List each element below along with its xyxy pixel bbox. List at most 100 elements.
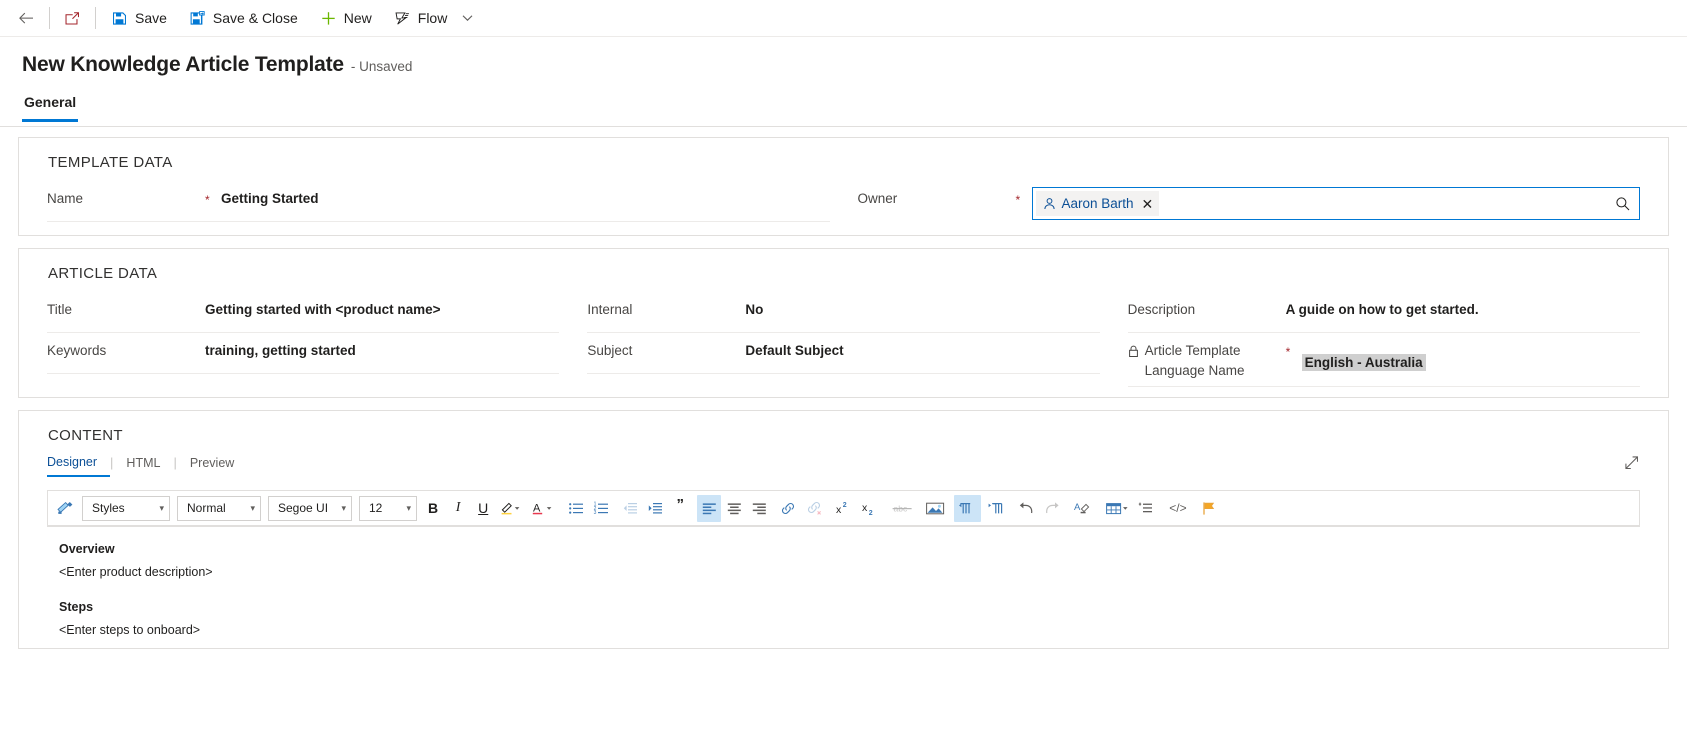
code-view-button[interactable]: </>	[1164, 495, 1191, 522]
align-left-button[interactable]	[697, 494, 722, 522]
section-article-data-title: ARTICLE DATA	[48, 265, 158, 282]
command-divider	[49, 7, 50, 29]
paragraph-format-value: Normal	[187, 501, 226, 515]
field-subject: Subject Default Subject	[587, 333, 1100, 374]
underline-button[interactable]: U	[471, 495, 495, 522]
undo-button[interactable]	[1014, 495, 1039, 522]
new-button[interactable]: New	[309, 0, 383, 37]
decrease-indent-button[interactable]	[618, 495, 642, 522]
form-body: TEMPLATE DATA Name * Getting Started Own…	[0, 127, 1687, 649]
svg-text:A: A	[533, 502, 541, 514]
font-family-value: Segoe UI	[278, 501, 329, 515]
font-color-button[interactable]: A	[528, 495, 559, 522]
field-language: Article Template Language Name * English…	[1127, 333, 1640, 387]
save-button[interactable]: Save	[100, 0, 178, 37]
editor-toolbar: Styles ▾ Normal ▾ Segoe UI ▾ 12 ▾ B I U	[47, 490, 1640, 526]
editor-content-area[interactable]: Overview <Enter product description> Ste…	[47, 526, 1640, 648]
back-button[interactable]	[8, 0, 45, 37]
strikethrough-button[interactable]: abc	[888, 495, 917, 522]
field-description-value[interactable]: A guide on how to get started.	[1286, 298, 1640, 320]
numbered-list-button[interactable]: 123	[589, 495, 613, 522]
paragraph-format-dropdown[interactable]: Normal ▾	[177, 495, 261, 521]
left-to-right-button[interactable]	[954, 494, 982, 522]
italic-button[interactable]: I	[446, 495, 470, 522]
editor-tab-designer[interactable]: Designer	[47, 455, 111, 477]
chevron-down-icon: ▾	[406, 502, 411, 513]
popout-icon	[64, 10, 81, 27]
person-icon	[1043, 197, 1056, 210]
save-and-close-button[interactable]: Save & Close	[178, 0, 309, 37]
record-header: New Knowledge Article Template - Unsaved	[0, 37, 1687, 77]
section-article-data: ARTICLE DATA Title Getting started with …	[18, 248, 1669, 398]
command-divider	[95, 7, 96, 29]
field-title-label: Title	[47, 302, 73, 317]
clear-formatting-button[interactable]: A	[1070, 495, 1097, 522]
editor-tab-html[interactable]: HTML	[113, 456, 173, 476]
flow-icon	[394, 10, 411, 27]
tab-general[interactable]: General	[22, 94, 79, 122]
field-internal-value[interactable]: No	[745, 298, 1099, 320]
chevron-down-icon: ▾	[159, 502, 164, 513]
chevron-down-icon: ▾	[341, 502, 346, 513]
field-language-value: English - Australia	[1301, 354, 1426, 371]
owner-lookup-input[interactable]: Aaron Barth ✕	[1031, 187, 1640, 220]
open-in-new-window-button[interactable]	[54, 0, 91, 37]
field-title-value[interactable]: Getting started with <product name>	[205, 298, 559, 320]
owner-chip[interactable]: Aaron Barth ✕	[1035, 191, 1160, 216]
field-description-label: Description	[1127, 302, 1196, 317]
section-content: CONTENT Designer | HTML | Preview Styles…	[18, 410, 1669, 649]
blockquote-button[interactable]: ”	[668, 495, 692, 522]
superscript-button[interactable]: x2	[832, 495, 857, 522]
overflow-chevron-down-icon[interactable]	[458, 12, 482, 25]
insert-link-button[interactable]	[776, 495, 801, 522]
redo-button[interactable]	[1040, 495, 1065, 522]
editor-tab-strip: Designer | HTML | Preview	[33, 454, 1654, 477]
remove-link-button[interactable]	[802, 495, 827, 522]
save-label: Save	[135, 10, 167, 26]
field-internal-label: Internal	[587, 302, 633, 317]
editor-tab-preview[interactable]: Preview	[177, 456, 247, 476]
line-spacing-button[interactable]	[1134, 495, 1159, 522]
expand-editor-icon[interactable]	[1623, 454, 1640, 477]
font-family-dropdown[interactable]: Segoe UI ▾	[268, 495, 352, 521]
owner-search-icon[interactable]	[1611, 196, 1635, 212]
field-language-required-marker: *	[1285, 345, 1291, 359]
align-right-button[interactable]	[747, 495, 771, 522]
article-data-column-2: Internal No Subject Default Subject	[573, 292, 1113, 387]
format-painter-icon[interactable]	[53, 495, 78, 522]
highlight-button[interactable]	[496, 495, 527, 522]
owner-remove-icon[interactable]: ✕	[1140, 197, 1154, 211]
field-description: Description A guide on how to get starte…	[1127, 292, 1640, 333]
plus-icon	[320, 10, 337, 27]
template-data-right-column: Owner * Aaron Barth ✕	[844, 181, 1655, 225]
field-keywords-value[interactable]: training, getting started	[205, 339, 559, 361]
back-arrow-icon	[18, 10, 35, 27]
right-to-left-button[interactable]	[982, 495, 1009, 522]
save-disk-icon	[111, 10, 128, 27]
svg-text:3: 3	[593, 510, 596, 516]
styles-dropdown[interactable]: Styles ▾	[82, 495, 170, 521]
editor-heading-steps: Steps	[59, 600, 94, 614]
save-and-close-icon	[189, 10, 206, 27]
bold-button[interactable]: B	[421, 495, 445, 522]
font-size-value: 12	[369, 501, 383, 515]
insert-image-button[interactable]	[922, 495, 949, 522]
field-name-value[interactable]: Getting Started	[221, 187, 830, 209]
align-center-button[interactable]	[722, 495, 746, 522]
subscript-button[interactable]: x2	[858, 495, 883, 522]
template-data-left-column: Name * Getting Started	[33, 181, 844, 225]
field-subject-value[interactable]: Default Subject	[745, 339, 1099, 361]
field-language-value-wrap[interactable]: English - Australia	[1301, 339, 1640, 373]
insert-table-button[interactable]	[1102, 495, 1133, 522]
svg-text:x: x	[836, 504, 842, 516]
editor-text-steps: <Enter steps to onboard>	[59, 623, 201, 637]
section-template-data: TEMPLATE DATA Name * Getting Started Own…	[18, 137, 1669, 236]
flag-icon[interactable]	[1197, 495, 1221, 522]
svg-text:2: 2	[843, 502, 847, 509]
flow-button[interactable]: Flow	[383, 0, 459, 37]
field-owner: Owner * Aaron Barth ✕	[858, 181, 1640, 225]
chevron-down-icon: ▾	[250, 502, 255, 513]
bulleted-list-button[interactable]	[564, 495, 588, 522]
increase-indent-button[interactable]	[643, 495, 667, 522]
font-size-dropdown[interactable]: 12 ▾	[359, 495, 417, 521]
